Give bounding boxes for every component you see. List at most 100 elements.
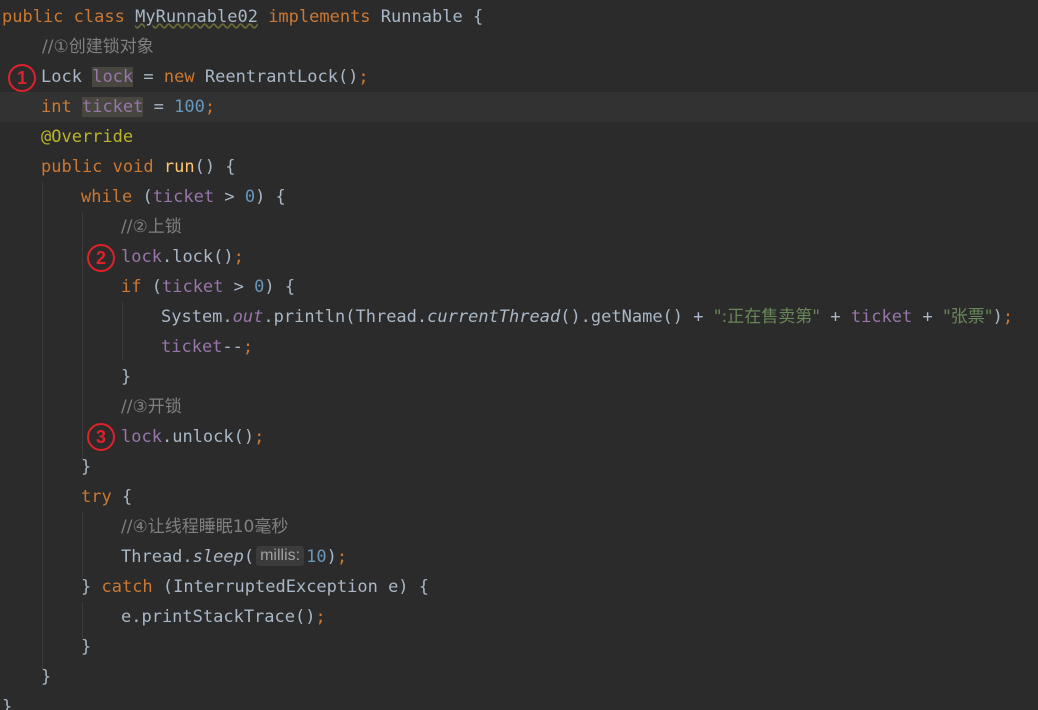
operator: + xyxy=(820,307,851,327)
code-line-17[interactable]: try { xyxy=(0,482,1038,512)
static-method[interactable]: currentThread xyxy=(427,307,560,327)
code-line-11[interactable]: System.out.println(Thread.currentThread(… xyxy=(0,302,1038,332)
field-name[interactable]: ticket xyxy=(851,307,912,327)
code-line-10[interactable]: if (ticket > 0) { xyxy=(0,272,1038,302)
operator: -- xyxy=(222,337,243,357)
operator: > xyxy=(223,277,255,297)
comment: //①创建锁对象 xyxy=(42,37,154,57)
semicolon: ; xyxy=(233,247,244,267)
method-signature-rest: () { xyxy=(194,157,236,177)
operator: = xyxy=(153,97,164,117)
catch-clause: (InterruptedException e) { xyxy=(152,577,430,597)
step-marker-3: 3 xyxy=(87,423,115,451)
class-name[interactable]: MyRunnable02 xyxy=(135,7,258,27)
code-line-8[interactable]: //②上锁 xyxy=(0,212,1038,242)
code-line-9[interactable]: lock.lock(); xyxy=(0,242,1038,272)
code-line-15[interactable]: lock.unlock(); xyxy=(0,422,1038,452)
keyword: new xyxy=(163,67,195,87)
keyword: int xyxy=(41,97,72,117)
static-field[interactable]: out xyxy=(233,307,264,327)
code-line-13[interactable]: } xyxy=(0,362,1038,392)
code-line-23[interactable]: } xyxy=(0,662,1038,692)
method-call[interactable]: ().getName() + xyxy=(560,307,714,327)
constructor-name[interactable]: ReentrantLock xyxy=(205,67,338,87)
semicolon: ; xyxy=(242,337,254,357)
code-line-19[interactable]: Thread.sleep(millis: 10); xyxy=(0,542,1038,572)
string-literal: "张票" xyxy=(942,307,993,327)
code-editor[interactable]: public class MyRunnable02 implements Run… xyxy=(0,0,1038,710)
keyword: implements xyxy=(268,7,371,27)
semicolon: ; xyxy=(336,547,348,567)
keyword: void xyxy=(112,157,154,177)
code-line-14[interactable]: //③开锁 xyxy=(0,392,1038,422)
code-line-20[interactable]: } catch (InterruptedException e) { xyxy=(0,572,1038,602)
paren: ( xyxy=(142,187,153,207)
keyword: public xyxy=(2,7,64,27)
paren: ) xyxy=(326,547,337,567)
keyword: class xyxy=(73,7,125,27)
static-method[interactable]: sleep xyxy=(193,547,244,567)
code-line-3[interactable]: Lock lock = new ReentrantLock(); xyxy=(0,62,1038,92)
brace: { xyxy=(111,487,133,507)
code-line-21[interactable]: e.printStackTrace(); xyxy=(0,602,1038,632)
semicolon: ; xyxy=(358,67,369,87)
brace: } xyxy=(41,667,52,687)
paren: ) xyxy=(992,307,1003,327)
keyword: while xyxy=(81,187,133,207)
code-line-16[interactable]: } xyxy=(0,452,1038,482)
number-literal: 0 xyxy=(244,187,256,207)
semicolon: ; xyxy=(1002,307,1014,327)
code-line-22[interactable]: } xyxy=(0,632,1038,662)
brace: { xyxy=(472,7,484,27)
code-line-5[interactable]: @Override xyxy=(0,122,1038,152)
method-call[interactable]: .println(Thread. xyxy=(263,307,427,327)
brace: ) { xyxy=(264,277,296,297)
code-line-12[interactable]: ticket--; xyxy=(0,332,1038,362)
class-ref[interactable]: System. xyxy=(161,307,233,327)
brace: } xyxy=(81,577,102,597)
method-call[interactable]: unlock() xyxy=(172,427,254,447)
brace: } xyxy=(121,367,132,387)
brace: } xyxy=(2,697,13,710)
string-literal: ":正在售卖第" xyxy=(713,307,821,327)
code-line-24[interactable]: } xyxy=(0,692,1038,710)
type-name[interactable]: Lock xyxy=(41,67,82,87)
dot: . xyxy=(161,427,173,447)
operator: > xyxy=(214,187,245,207)
brace: } xyxy=(81,457,92,477)
method-name[interactable]: run xyxy=(164,157,195,177)
code-line-1[interactable]: public class MyRunnable02 implements Run… xyxy=(0,2,1038,32)
annotation: @Override xyxy=(41,127,134,147)
code-line-4[interactable]: int ticket = 100; xyxy=(0,92,1038,122)
class-ref[interactable]: Thread. xyxy=(121,547,193,567)
step-marker-1: 1 xyxy=(8,64,36,92)
keyword: catch xyxy=(101,577,153,597)
semicolon: ; xyxy=(315,607,326,627)
interface-name[interactable]: Runnable xyxy=(381,7,463,27)
step-marker-2: 2 xyxy=(87,244,115,272)
keyword: if xyxy=(121,277,142,297)
parameter-hint: millis: xyxy=(256,546,305,566)
brace: } xyxy=(81,637,92,657)
code-line-2[interactable]: //①创建锁对象 xyxy=(0,32,1038,62)
field-name[interactable]: ticket xyxy=(153,187,214,207)
method-call[interactable]: lock() xyxy=(172,247,233,267)
operator: = xyxy=(143,67,154,87)
field-name[interactable]: ticket xyxy=(162,277,223,297)
field-name[interactable]: ticket xyxy=(81,97,144,117)
code-line-18[interactable]: //④让线程睡眠10毫秒 xyxy=(0,512,1038,542)
method-call[interactable]: e.printStackTrace() xyxy=(121,607,315,627)
field-name[interactable]: lock xyxy=(92,67,134,87)
field-name[interactable]: lock xyxy=(121,427,162,447)
comment: //③开锁 xyxy=(121,397,182,417)
number-literal: 10 xyxy=(306,547,327,567)
parens: () xyxy=(337,67,359,87)
field-name[interactable]: ticket xyxy=(161,337,222,357)
field-name[interactable]: lock xyxy=(121,247,162,267)
code-line-6[interactable]: public void run() { xyxy=(0,152,1038,182)
brace: ) { xyxy=(255,187,286,207)
code-line-7[interactable]: while (ticket > 0) { xyxy=(0,182,1038,212)
dot: . xyxy=(161,247,173,267)
semicolon: ; xyxy=(254,427,265,447)
keyword: public xyxy=(41,157,103,177)
